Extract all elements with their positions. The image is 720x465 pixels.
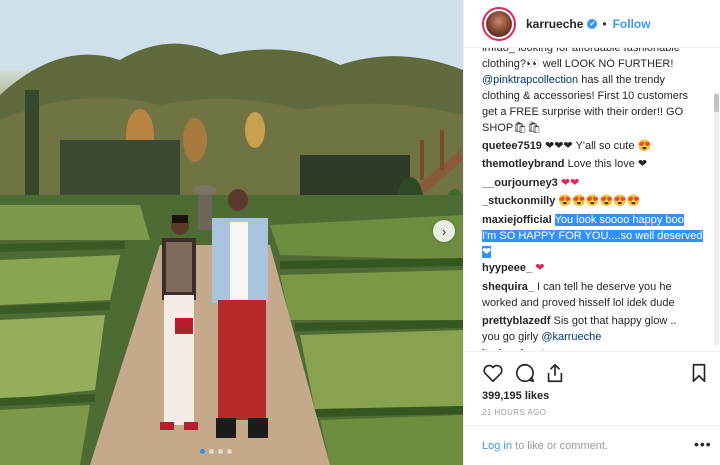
- caption-line: get a FREE surprise with their order!! G…: [482, 106, 684, 118]
- scrollbar-thumb[interactable]: [714, 94, 719, 112]
- verified-badge-icon: ✔: [587, 18, 598, 29]
- list-item: maxiejofficial You look soooo happy boo …: [482, 212, 707, 260]
- list-item: quetee7519 ❤❤❤ Y'all so cute 😍: [482, 138, 707, 154]
- comment-text: I can tell he deserve you he: [537, 281, 672, 293]
- comment-username[interactable]: hyypeee_: [482, 262, 532, 274]
- list-item: __ourjourney3 ❤❤: [482, 175, 707, 191]
- comment-text: I'm SO HAPPY FOR YOU....so well deserved: [482, 230, 703, 242]
- bookmark-icon[interactable]: [688, 362, 710, 384]
- caption-line: clothing & accessories! First 10 custome…: [482, 90, 689, 102]
- post-side-panel: karrueche ✔ • Follow lmfao_ looking for …: [463, 0, 720, 465]
- profile-photo: [486, 10, 512, 37]
- likes-count[interactable]: 399,195 likes: [482, 390, 549, 402]
- next-photo-button[interactable]: ›: [433, 220, 455, 242]
- comment-footer: Log in to like or comment. •••: [464, 425, 720, 465]
- comment-username[interactable]: prettyblazedf: [482, 315, 550, 327]
- mention-link[interactable]: @pinktrapcollection: [482, 74, 578, 86]
- action-bar: [464, 351, 720, 391]
- username-link[interactable]: karrueche: [526, 17, 583, 31]
- carousel-dot: [200, 449, 205, 454]
- list-item: itsdrewhunter ❤❤: [482, 346, 707, 350]
- login-link[interactable]: Log in: [482, 440, 512, 452]
- share-icon[interactable]: [544, 362, 566, 384]
- comment-text: you go girly: [482, 331, 542, 343]
- garden-scene-image: [0, 0, 463, 465]
- carousel-dot: [209, 449, 214, 454]
- mention-link[interactable]: @karrueche: [541, 331, 601, 343]
- comment-username[interactable]: __ourjourney3: [482, 177, 558, 189]
- login-prompt-text: to like or comment.: [511, 440, 608, 452]
- caption-line: lmfao_ looking for affordable fashionabl…: [482, 48, 680, 54]
- comments-scrollbar[interactable]: [714, 92, 719, 346]
- follow-button[interactable]: Follow: [613, 17, 651, 31]
- comment-username[interactable]: maxiejofficial: [482, 214, 552, 226]
- caption-line: clothing?👀 well LOOK NO FURTHER!: [482, 58, 674, 70]
- avatar[interactable]: [482, 6, 516, 41]
- caption-comment: lmfao_ looking for affordable fashionabl…: [482, 48, 707, 136]
- comment-text: ❤❤: [560, 177, 580, 189]
- comments-list[interactable]: lmfao_ looking for affordable fashionabl…: [482, 48, 707, 350]
- post-photo[interactable]: ›: [0, 0, 463, 465]
- more-options-icon[interactable]: •••: [694, 436, 712, 452]
- caption-line: SHOP🛍🛍: [482, 122, 542, 134]
- comment-text: ❤: [482, 246, 492, 258]
- comment-username[interactable]: _stuckonmilly: [482, 195, 555, 207]
- list-item: prettyblazedf Sis got that happy glow ..…: [482, 313, 707, 345]
- comment-text: You look soooo happy boo: [554, 214, 684, 226]
- comment-text: Love this love ❤: [567, 158, 648, 170]
- comment-bubble-icon[interactable]: [514, 362, 536, 384]
- list-item: _stuckonmilly 😍😍😍😍😍😍: [482, 193, 707, 209]
- comment-text: worked and proved hisself lol idek dude: [482, 297, 675, 309]
- carousel-dots: [200, 449, 232, 454]
- list-item: hyypeee_ ❤: [482, 260, 707, 276]
- caption-line: @pinktrapcollection has all the trendy: [482, 72, 707, 88]
- comment-username[interactable]: quetee7519: [482, 140, 542, 152]
- separator-dot: •: [602, 16, 607, 31]
- list-item: themotleybrand Love this love ❤: [482, 156, 707, 172]
- comment-username[interactable]: themotleybrand: [482, 158, 565, 170]
- comment-text: ❤: [535, 262, 545, 274]
- caption-text: has all the trendy: [578, 74, 666, 86]
- heart-outline-icon[interactable]: [482, 362, 504, 384]
- post-timestamp: 21 HOURS AGO: [482, 408, 547, 417]
- login-prompt: Log in to like or comment.: [482, 440, 608, 452]
- comment-username[interactable]: shequira_: [482, 281, 534, 293]
- list-item: shequira_ I can tell he deserve you he w…: [482, 279, 707, 311]
- comment-text: ❤❤: [558, 348, 576, 350]
- chevron-right-icon: ›: [441, 223, 447, 239]
- comment-text: 😍😍😍😍😍😍: [558, 195, 641, 207]
- comment-username[interactable]: itsdrewhunter: [482, 348, 555, 350]
- carousel-dot: [227, 449, 232, 454]
- comment-text: ❤❤❤ Y'all so cute 😍: [545, 140, 652, 152]
- post-header: karrueche ✔ • Follow: [464, 0, 720, 48]
- comment-text: Sis got that happy glow ..: [553, 315, 677, 327]
- carousel-dot: [218, 449, 223, 454]
